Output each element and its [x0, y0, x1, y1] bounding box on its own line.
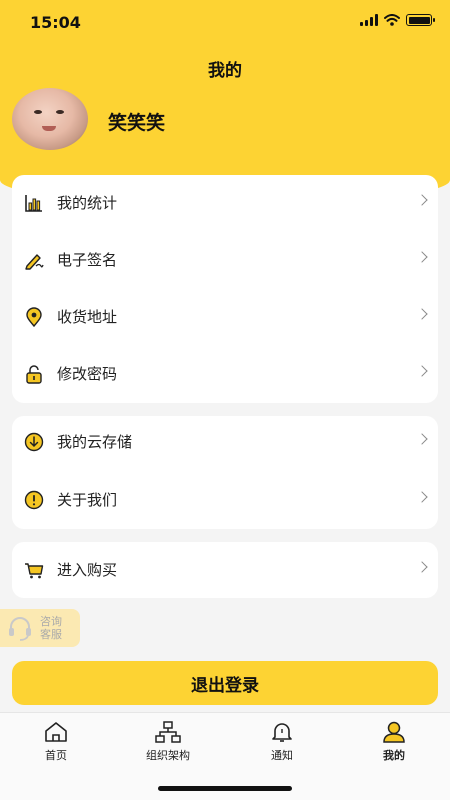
info-icon: [24, 490, 44, 510]
menu-item-label: 我的云存储: [57, 433, 133, 451]
menu-item-statistics[interactable]: 我的统计: [12, 183, 438, 223]
org-chart-icon: [155, 721, 181, 743]
chevron-right-icon: [416, 561, 428, 573]
chevron-right-icon: [416, 433, 428, 445]
bell-icon: [272, 723, 292, 742]
headset-icon: [9, 617, 31, 641]
menu-item-label: 我的统计: [57, 194, 118, 212]
battery-icon: [406, 14, 435, 26]
logout-button[interactable]: 退出登录: [12, 661, 438, 705]
chevron-right-icon: [416, 308, 428, 320]
tab-org-structure[interactable]: 组织架构: [128, 721, 208, 765]
tab-label: 组织架构: [146, 749, 190, 762]
menu-card-info: 我的云存储 关于我们: [12, 416, 438, 529]
lock-icon: [26, 365, 42, 384]
tab-notifications[interactable]: 通知: [242, 721, 322, 765]
chevron-right-icon: [416, 491, 428, 503]
status-time: 15:04: [30, 13, 81, 32]
menu-item-purchase[interactable]: 进入购买: [12, 550, 438, 590]
chevron-right-icon: [416, 251, 428, 263]
tab-label: 我的: [383, 749, 405, 762]
menu-item-label: 收货地址: [57, 308, 118, 326]
chevron-right-icon: [416, 365, 428, 377]
menu-item-e-signature[interactable]: 电子签名: [12, 240, 438, 280]
profile-icon: [383, 721, 405, 743]
chevron-right-icon: [416, 194, 428, 206]
bar-chart-icon: [25, 195, 42, 212]
customer-service-button[interactable]: 咨询 客服: [0, 609, 80, 647]
tab-label: 通知: [271, 749, 293, 762]
tab-label: 首页: [45, 749, 67, 762]
home-icon: [45, 722, 67, 742]
menu-item-cloud-storage[interactable]: 我的云存储: [12, 422, 438, 462]
wifi-icon: [384, 14, 400, 26]
page-title: 我的: [208, 61, 242, 81]
customer-service-label: 咨询 客服: [40, 615, 62, 641]
menu-item-label: 电子签名: [57, 251, 118, 269]
shopping-cart-icon: [25, 563, 44, 579]
tab-profile[interactable]: 我的: [354, 721, 434, 765]
tab-home[interactable]: 首页: [16, 721, 96, 765]
menu-item-label: 关于我们: [57, 491, 118, 509]
menu-item-label: 修改密码: [57, 365, 118, 383]
menu-item-shipping-address[interactable]: 收货地址: [12, 297, 438, 337]
menu-item-label: 进入购买: [57, 561, 118, 579]
signal-icon: [360, 14, 378, 26]
location-pin-icon: [26, 307, 42, 327]
pen-signature-icon: [25, 254, 44, 270]
menu-item-about-us[interactable]: 关于我们: [12, 480, 438, 520]
menu-card-account: 我的统计 电子签名 收货地址 修改密码: [12, 175, 438, 403]
menu-card-purchase: 进入购买: [12, 542, 438, 598]
cloud-download-icon: [24, 432, 44, 452]
menu-item-change-password[interactable]: 修改密码: [12, 354, 438, 394]
home-indicator: [158, 786, 292, 791]
status-icons: [360, 14, 435, 26]
status-bar: 15:04: [0, 0, 450, 44]
username: 笑笑笑: [108, 112, 166, 134]
avatar[interactable]: [12, 88, 88, 150]
